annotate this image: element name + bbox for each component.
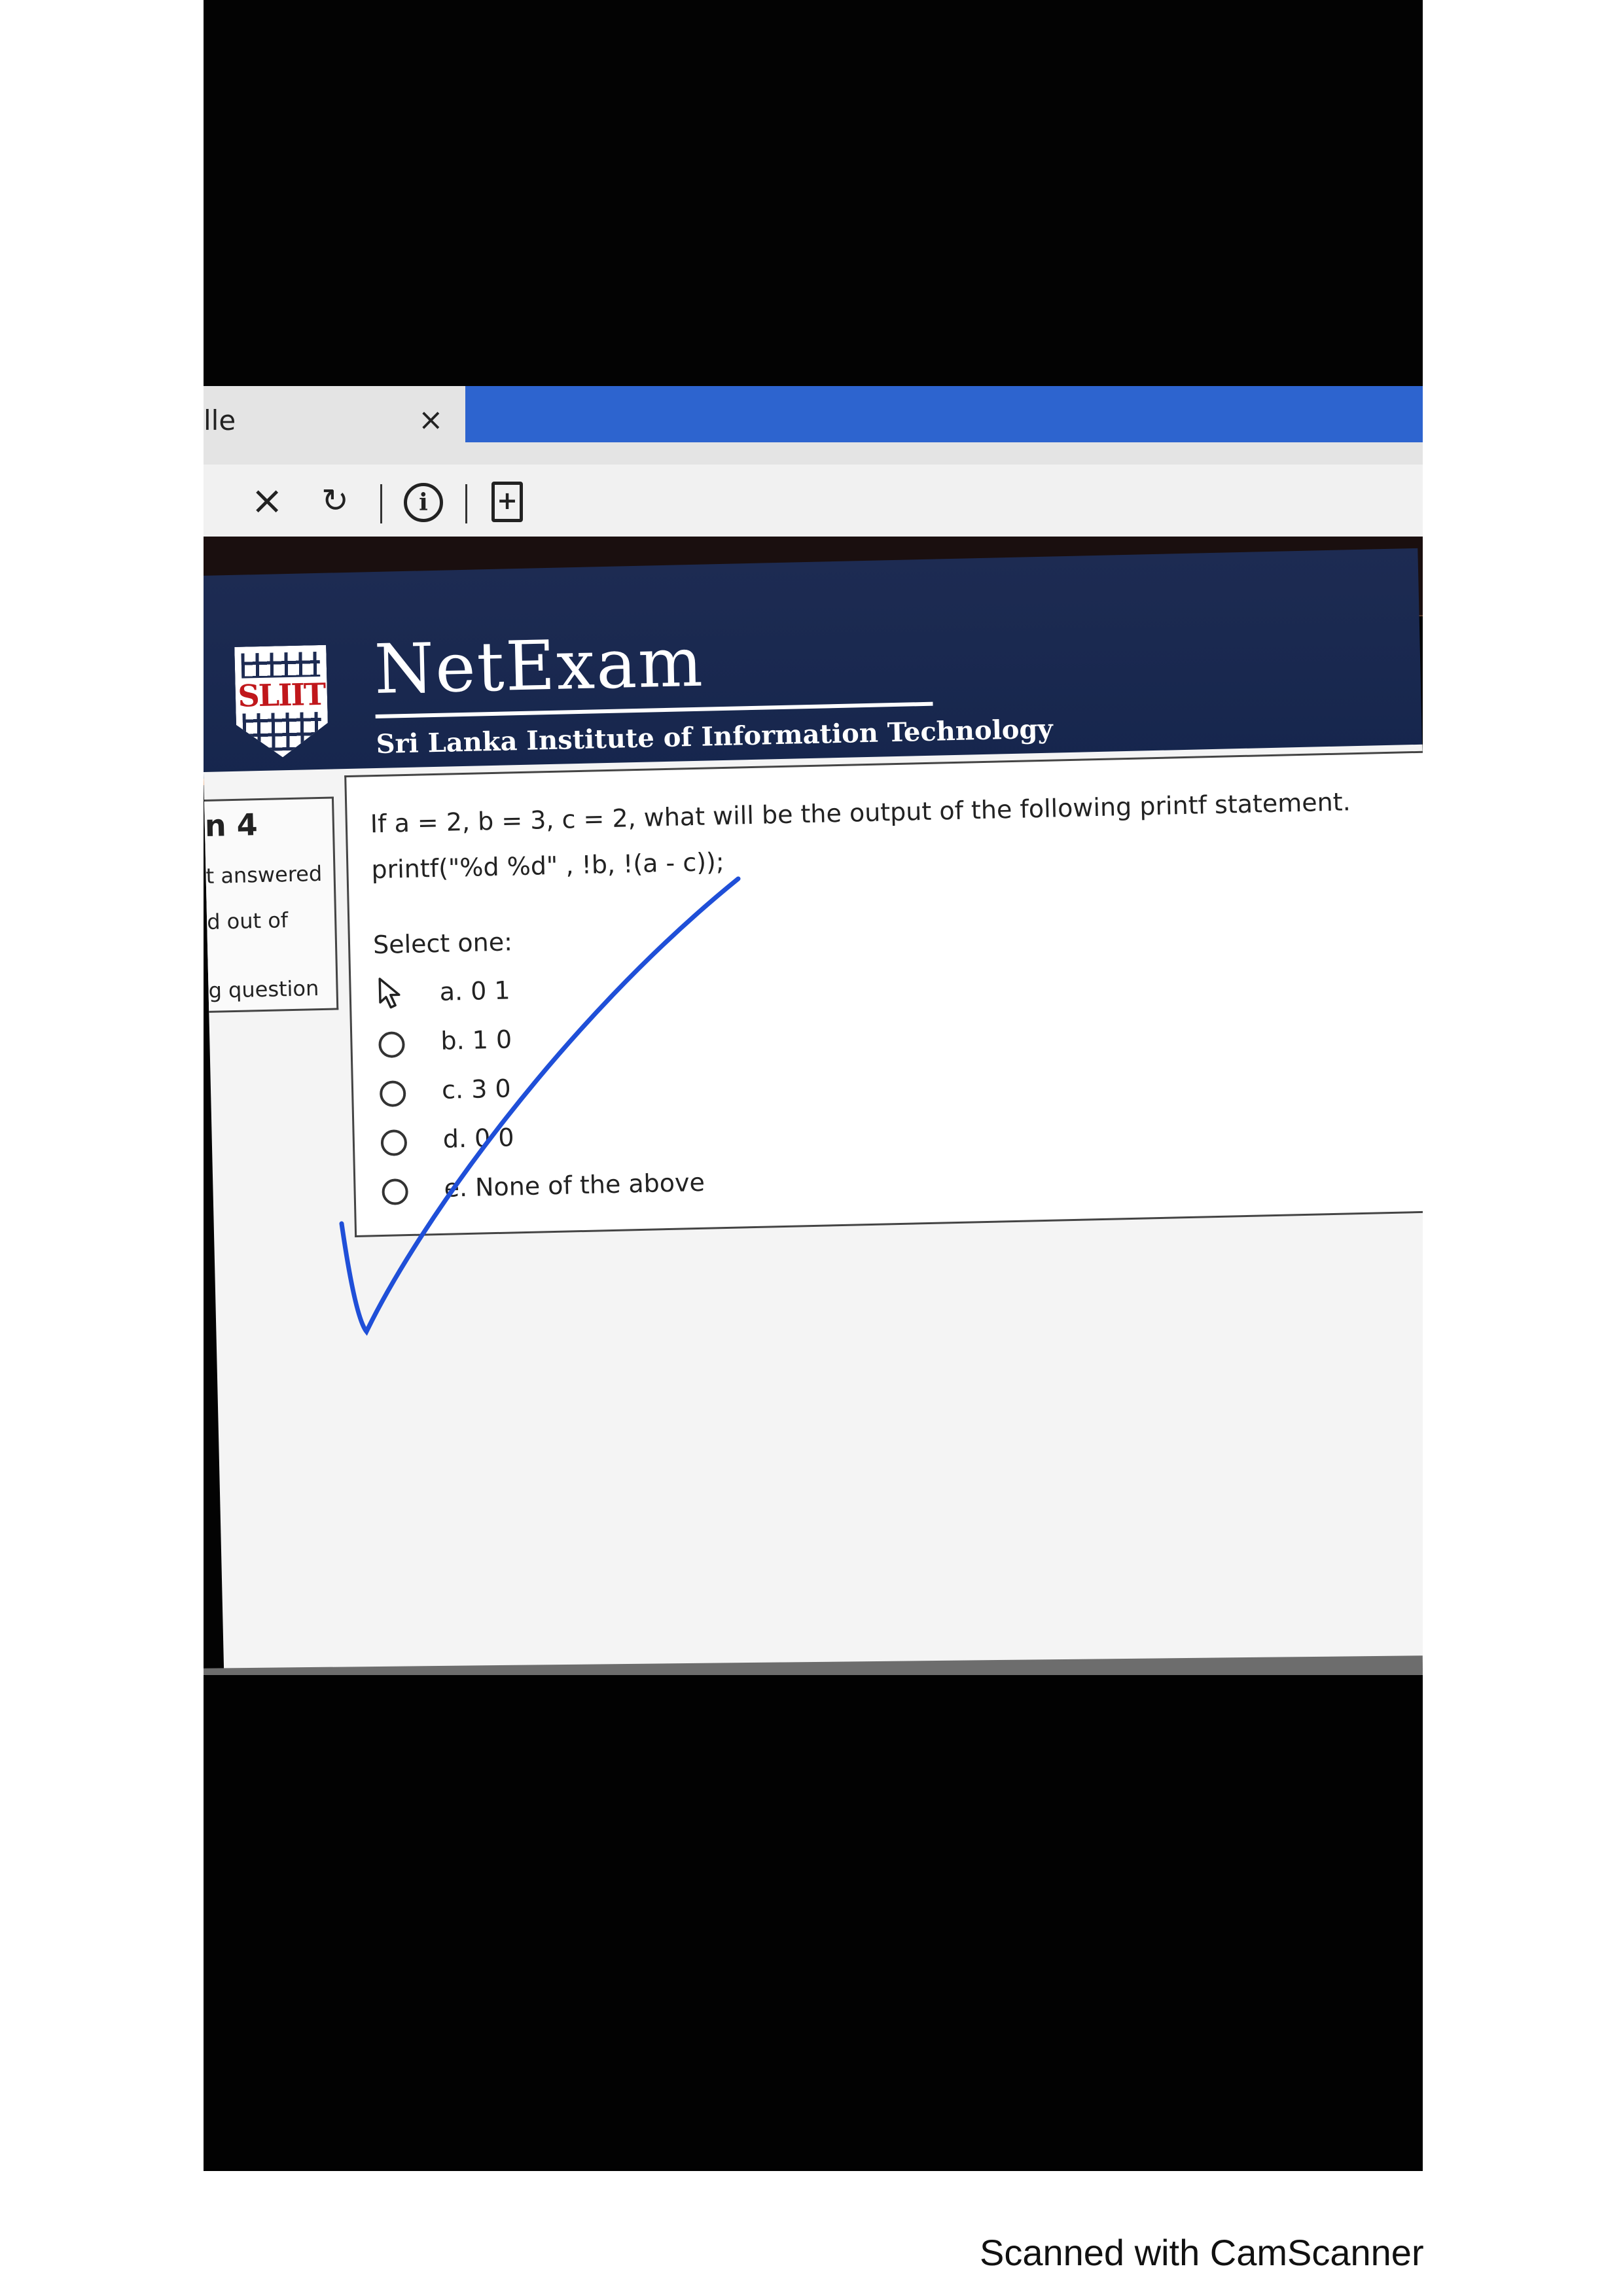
- question-code: printf("%d %d" , !b, !(a - c));: [370, 847, 725, 885]
- question-box: If a = 2, b = 3, c = 2, what will be the…: [344, 750, 1423, 1237]
- option-c-label: c. 3 0: [441, 1074, 512, 1104]
- flag-question-link[interactable]: g question: [208, 976, 319, 1003]
- option-e-label: e. None of the above: [444, 1167, 705, 1203]
- browser-tab-bar: lle ×: [204, 386, 1423, 465]
- toolbar-divider: [380, 484, 382, 523]
- tab-title[interactable]: lle: [204, 404, 236, 436]
- monitor-photo: lle × × ↻ i + SLIIT NetExam Sri Lanka In…: [204, 0, 1423, 2171]
- option-a[interactable]: a. 0 1: [377, 976, 510, 1016]
- radio-button[interactable]: [379, 1080, 406, 1108]
- institution-name: Sri Lanka Institute of Information Techn…: [376, 713, 1054, 760]
- option-d[interactable]: d. 0 0: [380, 1123, 514, 1163]
- radio-button[interactable]: [378, 1031, 405, 1059]
- option-d-label: d. 0 0: [442, 1123, 515, 1154]
- radio-button[interactable]: [382, 1178, 409, 1205]
- question-text: If a = 2, b = 3, c = 2, what will be the…: [370, 787, 1351, 839]
- stop-icon[interactable]: ×: [251, 478, 283, 523]
- sliit-logo: SLIIT: [234, 645, 329, 758]
- quiz-content: n 4 t answered d out of g question If a …: [204, 744, 1423, 1701]
- title-bar-blue: [465, 386, 1423, 442]
- browser-toolbar: × ↻ i +: [204, 465, 1423, 538]
- option-b[interactable]: b. 1 0: [378, 1025, 512, 1065]
- question-status: t answered: [205, 860, 323, 889]
- info-icon[interactable]: i: [404, 483, 443, 522]
- logo-text: SLIIT: [237, 676, 325, 714]
- select-prompt: Select one:: [372, 927, 513, 960]
- question-marks: d out of: [206, 908, 289, 934]
- scanner-watermark: Scanned with CamScanner: [980, 2232, 1424, 2273]
- monitor-bezel: [204, 1675, 1423, 2171]
- option-b-label: b. 1 0: [440, 1025, 512, 1055]
- reload-icon[interactable]: ↻: [321, 482, 349, 520]
- page-action-icon[interactable]: +: [491, 482, 523, 522]
- mouse-cursor-icon: [378, 978, 401, 1009]
- app-title: NetExam: [373, 622, 705, 710]
- option-a-label: a. 0 1: [439, 976, 511, 1006]
- question-info-panel: n 4 t answered d out of g question: [204, 796, 339, 1013]
- radio-button[interactable]: [380, 1129, 408, 1156]
- question-number: n 4: [204, 807, 259, 843]
- tab-close-icon[interactable]: ×: [418, 402, 444, 437]
- toolbar-divider: [465, 484, 467, 523]
